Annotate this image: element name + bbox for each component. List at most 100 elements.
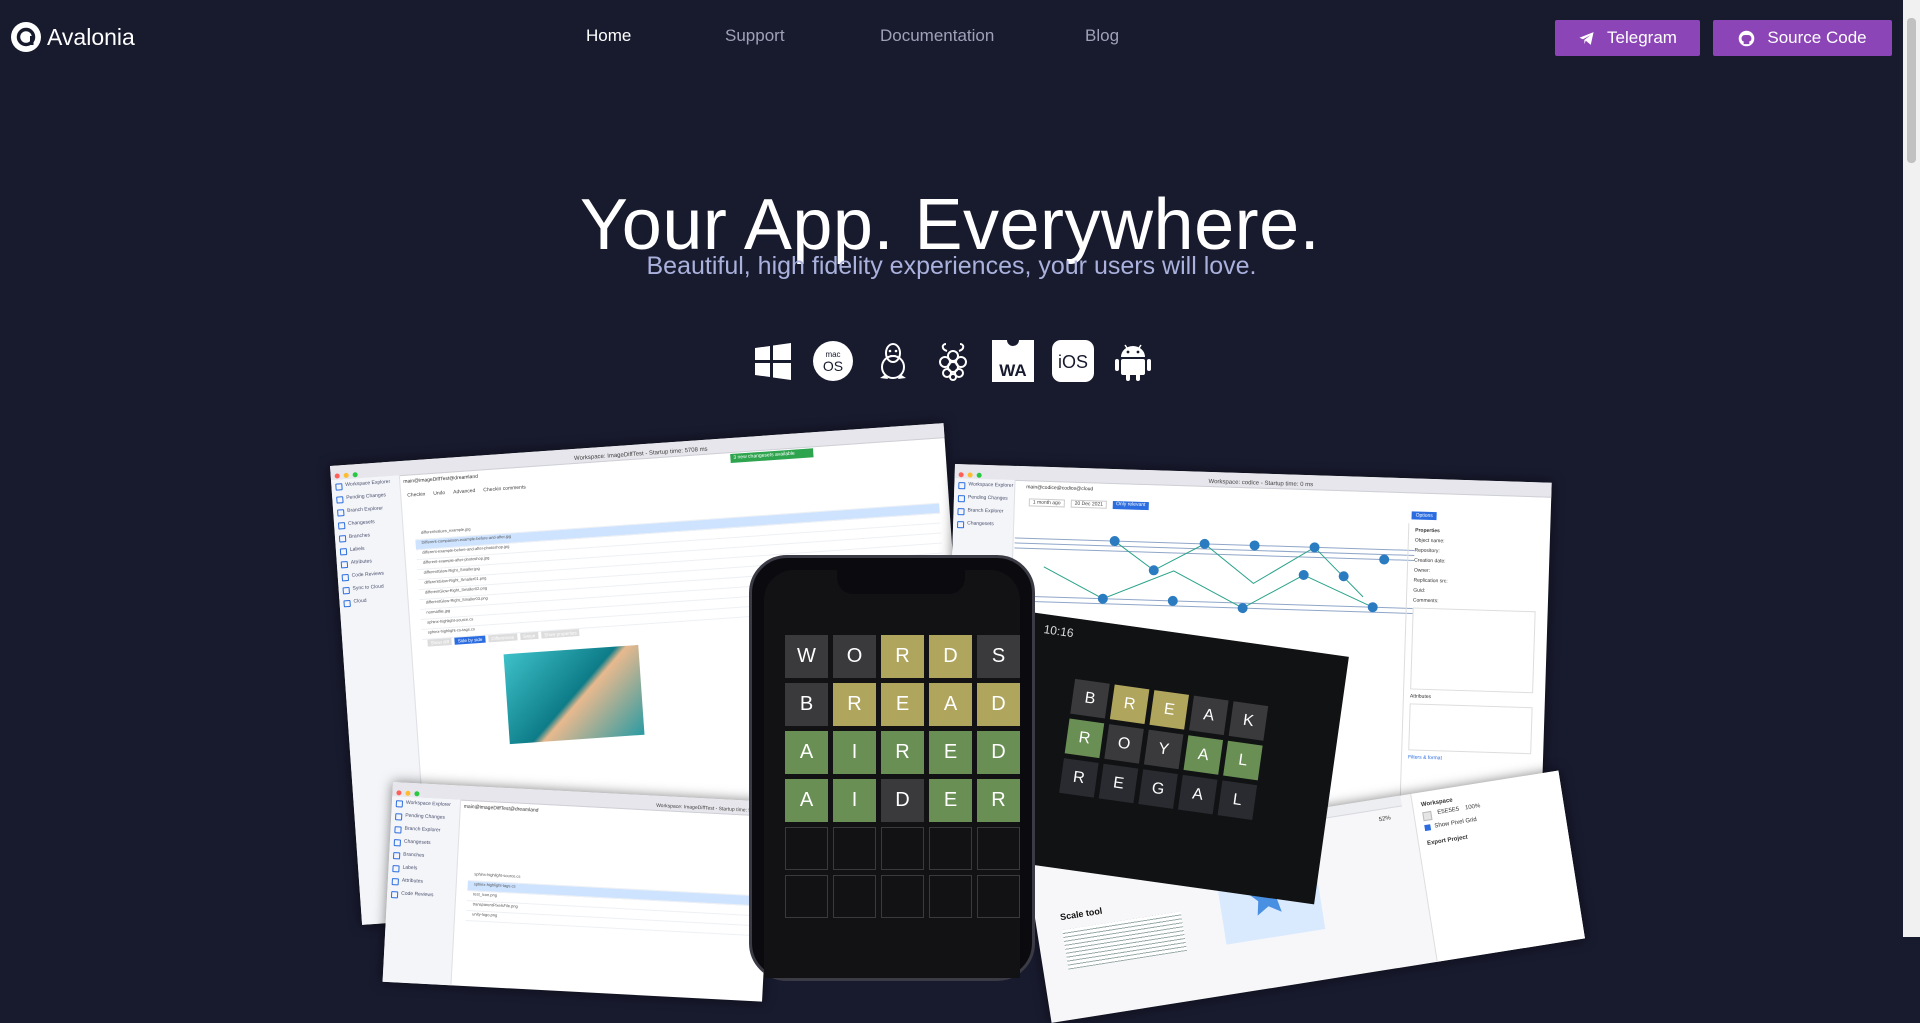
letter-tile: A <box>785 779 828 822</box>
empty-tile <box>929 875 972 918</box>
checkin-button[interactable]: Checkin <box>407 491 425 498</box>
telegram-label: Telegram <box>1607 28 1677 47</box>
linux-icon <box>872 340 914 382</box>
webassembly-icon: WA <box>992 340 1034 382</box>
branch-path: main@codice@codice@cloud <box>1026 484 1094 493</box>
nav-blog[interactable]: Blog <box>1085 26 1119 46</box>
hero-subtitle: Beautiful, high fidelity experiences, yo… <box>646 252 1257 280</box>
status-time: 10:16 <box>1042 622 1075 641</box>
site-header: Avalonia Home Support Documentation Blog… <box>0 0 1920 75</box>
letter-tile: R <box>833 683 876 726</box>
window-title: Workspace: ImageDiffTest - Startup time:… <box>573 446 708 462</box>
letter-tile: R <box>881 635 924 678</box>
letter-tile: Y <box>1143 729 1184 770</box>
scale-tool-heading: Scale tool <box>1059 905 1103 923</box>
screenshot-android: 10:16 BREAKROYALREGAL <box>995 612 1349 905</box>
letter-tile: S <box>977 635 1020 678</box>
brand-logo[interactable]: Avalonia <box>11 22 135 52</box>
empty-tile <box>833 827 876 870</box>
letter-tile: E <box>929 731 972 774</box>
screenshot-desktop-bottom: Workspace: ImageDiffTest - Startup time:… <box>382 782 773 1002</box>
letter-tile: O <box>1104 724 1144 764</box>
letter-tile: A <box>929 683 972 726</box>
date-filter[interactable]: 1 month ago <box>1028 498 1065 508</box>
macos-icon: mac OS <box>812 340 854 382</box>
date-field[interactable]: 20 Dec 2021 <box>1070 499 1108 509</box>
letter-tile: D <box>977 731 1020 774</box>
only-relevant-button[interactable]: Only relevant <box>1112 500 1149 511</box>
letter-tile: R <box>881 731 924 774</box>
source-code-button[interactable]: Source Code <box>1713 20 1892 56</box>
sidebar-item[interactable]: Changesets <box>953 517 1013 532</box>
word-game-grid: WORDSBREADAIREDAIDER <box>785 635 1020 918</box>
windows-icon <box>752 340 794 382</box>
letter-tile: E <box>881 683 924 726</box>
phone-screen: WORDSBREADAIREDAIDER <box>764 570 1020 978</box>
letter-tile: E <box>1098 763 1139 804</box>
screenshot-iphone: WORDSBREADAIREDAIDER <box>749 555 1035 981</box>
advanced-button[interactable]: Advanced <box>453 488 476 496</box>
letter-tile: O <box>833 635 876 678</box>
letter-tile: A <box>1177 774 1218 815</box>
letter-tile: A <box>1189 695 1229 736</box>
empty-tile <box>977 875 1020 918</box>
letter-tile: R <box>1109 684 1150 725</box>
filters-format-tab[interactable]: Filters & format <box>1408 754 1531 764</box>
branch-path: main@imageDiffTest@dreamland <box>463 803 539 814</box>
letter-tile: A <box>785 731 828 774</box>
checkin-comments-button[interactable]: Checkin comments <box>483 484 526 493</box>
filter-bar: 1 month ago 20 Dec 2021 Only relevant <box>1028 498 1149 511</box>
letter-tile: R <box>1064 718 1105 759</box>
letter-tile: I <box>833 779 876 822</box>
platform-icons: mac OS WA iOS <box>752 340 1154 382</box>
android-word-grid: BREAKROYALREGAL <box>1059 678 1269 820</box>
options-button[interactable]: Options <box>1411 511 1437 521</box>
letter-tile: W <box>785 635 828 678</box>
letter-tile: G <box>1138 769 1178 809</box>
avalonia-logo-icon <box>11 22 41 52</box>
empty-tile <box>881 875 924 918</box>
empty-tile <box>881 827 924 870</box>
letter-tile: B <box>785 683 828 726</box>
comments-box[interactable] <box>1410 607 1536 694</box>
letter-tile: D <box>929 635 972 678</box>
tab-differences[interactable]: Differences <box>488 633 518 643</box>
empty-tile <box>785 827 828 870</box>
page-scrollbar[interactable] <box>1903 0 1920 937</box>
telegram-button[interactable]: Telegram <box>1555 20 1700 56</box>
source-code-label: Source Code <box>1767 28 1867 47</box>
zoom-level[interactable]: 52% <box>1378 815 1391 823</box>
phone-notch <box>837 570 965 594</box>
tab-swipe[interactable]: Swipe <box>519 631 539 641</box>
letter-tile: K <box>1228 701 1269 741</box>
raspberry-pi-icon <box>932 340 974 382</box>
letter-tile: L <box>1217 780 1258 820</box>
empty-tile <box>833 875 876 918</box>
window-titlebar: Workspace: codice - Startup time: 0 ms <box>954 464 1552 498</box>
empty-tile <box>929 827 972 870</box>
tab-side-by-side[interactable]: Side by side <box>454 635 486 645</box>
attributes-box[interactable] <box>1408 703 1533 755</box>
text-block <box>1062 911 1187 970</box>
nav-documentation[interactable]: Documentation <box>880 26 994 46</box>
nav-support[interactable]: Support <box>725 26 785 46</box>
svg-text:WA: WA <box>999 361 1026 380</box>
letter-tile: I <box>833 731 876 774</box>
sidebar: Workspace Explorer Pending Changes Branc… <box>382 795 462 986</box>
tab-show-properties[interactable]: Show properties <box>540 628 580 639</box>
letter-tile: E <box>1149 690 1190 730</box>
toolbar: Checkin Undo Advanced Checkin comments <box>407 484 526 498</box>
letter-tile: E <box>929 779 972 822</box>
letter-tile: R <box>1059 758 1099 798</box>
letter-tile: R <box>977 779 1020 822</box>
undo-button[interactable]: Undo <box>433 490 445 497</box>
letter-tile: A <box>1183 735 1224 775</box>
file-list: sphinx-highlight-source.cs sphinx-highli… <box>465 871 759 937</box>
letter-tile: B <box>1070 678 1110 719</box>
nav-home[interactable]: Home <box>586 26 631 46</box>
android-icon <box>1112 340 1154 382</box>
sidebar-item[interactable]: Code Reviews <box>387 887 456 904</box>
telegram-icon <box>1579 31 1594 45</box>
tab-show-diff[interactable]: Show diff <box>427 637 453 647</box>
scrollbar-thumb[interactable] <box>1907 18 1916 163</box>
